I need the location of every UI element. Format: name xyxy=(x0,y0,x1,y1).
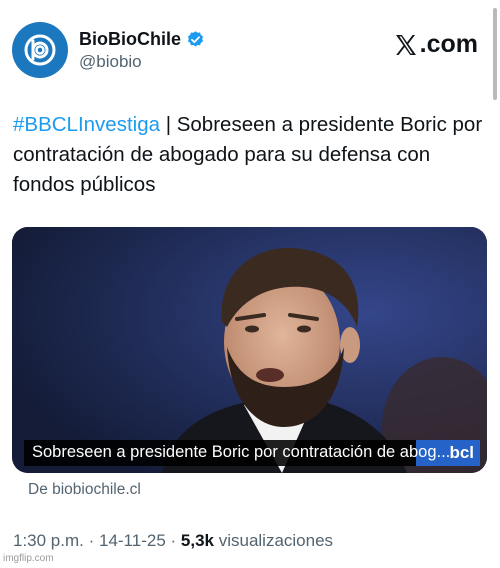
meta-separator: · xyxy=(165,531,181,550)
views-count: 5,3k xyxy=(180,531,214,550)
x-brand[interactable]: .com xyxy=(394,30,478,59)
meta-separator: · xyxy=(83,531,99,550)
brand-suffix: .com xyxy=(419,30,478,58)
card-caption: Sobreseen a presidente Boric por contrat… xyxy=(32,443,451,461)
card-source-link[interactable]: De biobiochile.cl xyxy=(28,481,141,499)
views-label: visualizaciones xyxy=(213,531,334,550)
tweet-time[interactable]: 1:30 p.m. xyxy=(13,531,84,550)
tweet-text: #BBCLInvestiga | Sobreseen a presidente … xyxy=(13,110,491,200)
scrollbar[interactable] xyxy=(493,8,497,100)
tweet-meta: 1:30 p.m. · 14-11-25 · 5,3k visualizacio… xyxy=(13,531,333,551)
card-photo xyxy=(12,227,487,473)
link-card[interactable]: bcl Sobreseen a presidente Boric por con… xyxy=(12,227,487,473)
display-name[interactable]: BioBioChile xyxy=(79,29,181,50)
avatar[interactable] xyxy=(12,22,68,78)
imgflip-watermark: imgflip.com xyxy=(3,553,54,564)
tweet-date[interactable]: 14-11-25 xyxy=(99,531,166,550)
account-name-row[interactable]: BioBioChile xyxy=(79,29,205,50)
x-logo-icon xyxy=(395,34,416,55)
tweet-separator: | xyxy=(160,113,177,136)
verified-badge-icon xyxy=(187,31,204,47)
account-handle[interactable]: @biobio xyxy=(79,52,142,72)
hashtag-link[interactable]: #BBCLInvestiga xyxy=(13,113,160,136)
biobio-logo-icon xyxy=(24,34,56,66)
